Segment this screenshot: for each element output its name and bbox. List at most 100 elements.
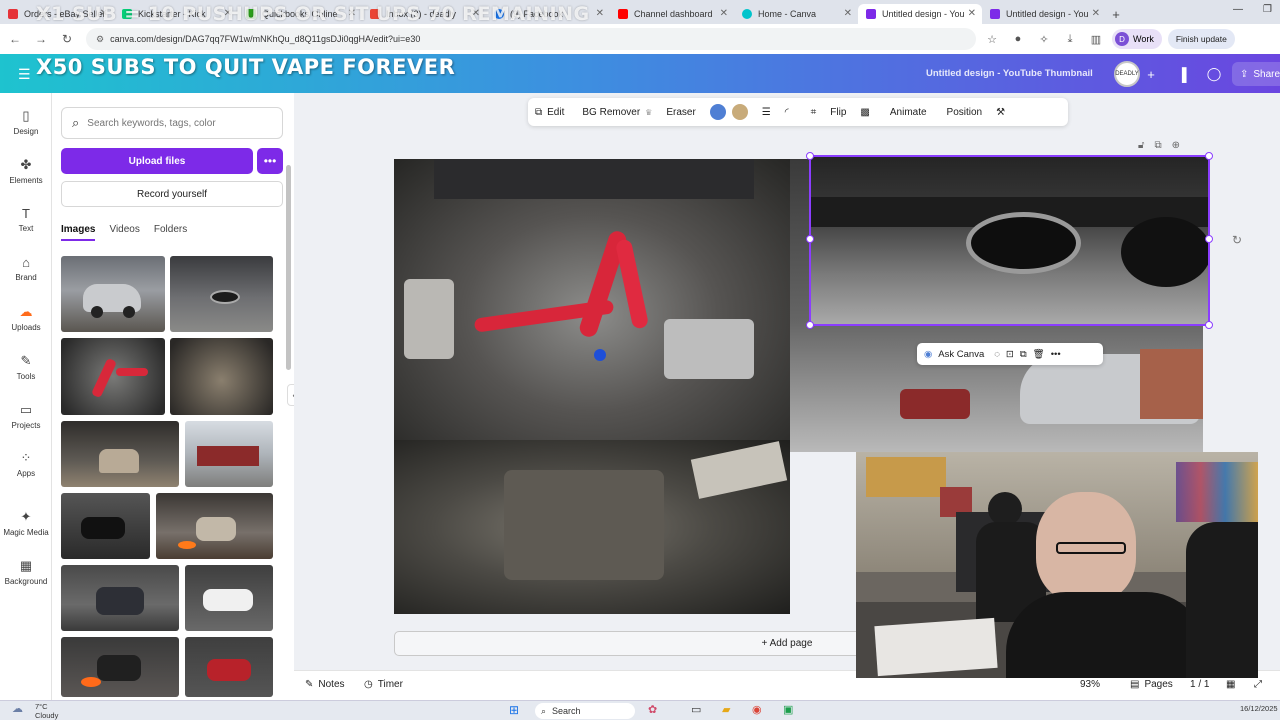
- upload-thumbnail[interactable]: [156, 493, 273, 559]
- rail-item-background[interactable]: ▦ Background: [0, 558, 52, 586]
- extension-icon[interactable]: ●: [1008, 29, 1028, 49]
- resize-handle[interactable]: [806, 235, 814, 243]
- panel-scrollbar[interactable]: [286, 165, 291, 370]
- app-icon[interactable]: ▣: [783, 703, 793, 716]
- reload-icon[interactable]: ↻: [56, 28, 78, 50]
- browser-tab-active[interactable]: Untitled design - You ✕: [858, 4, 982, 24]
- task-view-icon[interactable]: ▭: [691, 703, 701, 716]
- corner-rounding-icon[interactable]: ◜: [778, 107, 796, 118]
- rail-item-tools[interactable]: ✎ Tools: [0, 353, 52, 381]
- resize-handle[interactable]: [806, 152, 814, 160]
- close-tab-icon[interactable]: ✕: [1092, 8, 1100, 19]
- finish-update-button[interactable]: Finish update: [1167, 29, 1235, 49]
- taskbar-date[interactable]: 16/12/2025: [1240, 704, 1278, 713]
- design-title[interactable]: Untitled design - YouTube Thumbnail: [926, 68, 1093, 79]
- menu-icon[interactable]: ☰: [18, 66, 31, 83]
- color-swatch-blue[interactable]: [709, 104, 726, 120]
- grid-view-icon[interactable]: ▦: [1226, 679, 1235, 690]
- eraser-button[interactable]: Eraser: [659, 107, 702, 118]
- bg-remover-button[interactable]: BG Remover ♛: [575, 107, 659, 118]
- url-field[interactable]: ⚙ canva.com/design/DAG7qq7FW1w/mNKhQu_d8Q…: [86, 28, 976, 50]
- browser-tab[interactable]: Home - Canva ✕: [734, 4, 858, 24]
- download-icon[interactable]: ⤓: [1060, 29, 1080, 49]
- insights-chart-icon[interactable]: ▐: [1171, 63, 1193, 85]
- upload-thumbnail[interactable]: [61, 493, 150, 559]
- resize-handle[interactable]: [1205, 321, 1213, 329]
- resize-handle[interactable]: [1205, 235, 1213, 243]
- position-button[interactable]: Position: [940, 107, 990, 118]
- upload-thumbnail[interactable]: [170, 256, 273, 332]
- copy-style-icon[interactable]: ⚒: [989, 107, 1012, 118]
- rail-item-text[interactable]: T Text: [0, 206, 52, 233]
- zoom-level[interactable]: 93%: [1080, 679, 1100, 690]
- color-swatch-tan[interactable]: [731, 104, 748, 120]
- close-tab-icon[interactable]: ✕: [968, 8, 976, 19]
- upload-thumbnail[interactable]: [170, 338, 273, 415]
- weather-widget[interactable]: 7°C Cloudy: [35, 702, 58, 720]
- crop-icon[interactable]: ⌗: [804, 107, 824, 118]
- file-explorer-icon[interactable]: ▰: [722, 703, 730, 716]
- browser-tab[interactable]: Channel dashboard ✕: [610, 4, 734, 24]
- close-tab-icon[interactable]: ✕: [844, 8, 852, 19]
- animate-button[interactable]: Animate: [883, 107, 934, 118]
- edit-button[interactable]: ⧉ Edit: [528, 107, 571, 118]
- weather-icon[interactable]: ☁: [12, 702, 23, 715]
- share-button[interactable]: ⇪ Share: [1232, 62, 1280, 86]
- add-icon[interactable]: ⊕: [1172, 140, 1180, 151]
- bookmark-star-icon[interactable]: ☆: [982, 29, 1002, 49]
- upload-thumbnail[interactable]: [185, 421, 273, 487]
- uploads-search[interactable]: ⌕: [61, 107, 283, 139]
- upload-files-button[interactable]: Upload files: [61, 148, 253, 174]
- delete-icon[interactable]: 🗑︎: [1033, 349, 1045, 360]
- rotate-icon[interactable]: ↻: [1232, 233, 1242, 247]
- new-tab-button[interactable]: +: [1106, 4, 1126, 24]
- rail-item-elements[interactable]: ✤ Elements: [0, 157, 52, 185]
- rail-item-magic-media[interactable]: ✦ Magic Media: [0, 509, 52, 537]
- upload-thumbnail[interactable]: [61, 338, 165, 415]
- browser-tab[interactable]: Untitled design - You ✕: [982, 4, 1106, 24]
- ask-canva-button[interactable]: Ask Canva: [938, 349, 984, 360]
- upload-thumbnail[interactable]: [61, 421, 179, 487]
- flip-button[interactable]: Flip: [823, 107, 853, 118]
- record-yourself-button[interactable]: Record yourself: [61, 181, 283, 207]
- forward-icon[interactable]: →: [30, 28, 52, 50]
- engine-bay-photo[interactable]: [394, 159, 790, 440]
- engine-block-photo[interactable]: [394, 440, 790, 614]
- resize-handle[interactable]: [806, 321, 814, 329]
- border-style-icon[interactable]: ☰: [755, 107, 778, 118]
- minimize-icon[interactable]: —: [1233, 4, 1243, 15]
- transparency-icon[interactable]: ▩: [853, 107, 876, 118]
- comments-icon[interactable]: ◯: [1203, 63, 1225, 85]
- tab-folders[interactable]: Folders: [154, 224, 187, 241]
- tab-videos[interactable]: Videos: [109, 224, 139, 241]
- more-options-icon[interactable]: •••: [1051, 349, 1061, 360]
- upload-thumbnail[interactable]: [185, 565, 273, 631]
- upload-thumbnail[interactable]: [61, 256, 165, 332]
- lock-icon[interactable]: ⊡: [1006, 349, 1014, 360]
- rail-item-apps[interactable]: ⁘ Apps: [0, 450, 52, 478]
- close-tab-icon[interactable]: ✕: [596, 8, 604, 19]
- chrome-icon[interactable]: ◉: [752, 703, 762, 716]
- upload-thumbnail[interactable]: [185, 637, 273, 697]
- extensions-puzzle-icon[interactable]: ✧: [1034, 29, 1054, 49]
- rail-item-brand[interactable]: ⌂ Brand: [0, 255, 52, 282]
- site-info-icon[interactable]: ⚙: [96, 34, 104, 45]
- search-input[interactable]: [87, 117, 268, 129]
- upload-more-options-icon[interactable]: •••: [257, 148, 283, 174]
- rail-item-design[interactable]: ▯ Design: [0, 108, 52, 136]
- profile-chip[interactable]: D Work: [1112, 29, 1162, 49]
- maximize-icon[interactable]: ❐: [1263, 4, 1272, 15]
- lock-icon[interactable]: 🔓︎: [1138, 140, 1144, 151]
- app-icon[interactable]: ✿: [648, 703, 657, 716]
- timer-button[interactable]: ◷ Timer: [364, 679, 403, 690]
- comment-icon[interactable]: ◌: [994, 349, 1000, 360]
- pages-button[interactable]: ▤ Pages: [1130, 679, 1173, 690]
- rail-item-uploads[interactable]: ☁ Uploads: [0, 304, 52, 332]
- notes-button[interactable]: ✎ Notes: [305, 679, 345, 690]
- copy-icon[interactable]: ⧉: [1020, 349, 1027, 360]
- back-icon[interactable]: ←: [4, 28, 26, 50]
- fullscreen-icon[interactable]: ⤢: [1254, 679, 1262, 690]
- resize-handle[interactable]: [1205, 152, 1213, 160]
- duplicate-icon[interactable]: ⧉: [1154, 140, 1161, 151]
- split-view-icon[interactable]: ▥: [1086, 29, 1106, 49]
